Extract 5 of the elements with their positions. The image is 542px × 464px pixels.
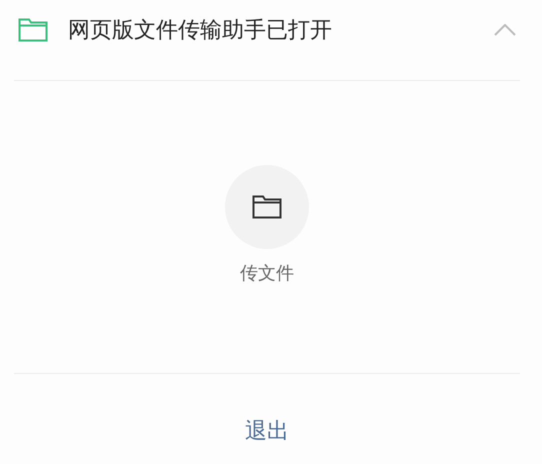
logout-button[interactable]: 退出 bbox=[245, 416, 289, 446]
folder-icon bbox=[18, 18, 48, 42]
chevron-icon[interactable] bbox=[494, 24, 516, 36]
header-title: 网页版文件传输助手已打开 bbox=[68, 17, 333, 45]
folder-icon bbox=[252, 195, 282, 219]
